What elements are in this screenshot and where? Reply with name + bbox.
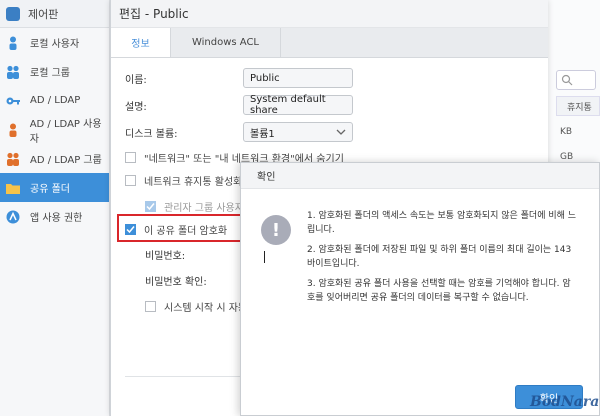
admin-only-label: 관리자 그룹 사용자 xyxy=(164,203,244,214)
dialog-message-2: 2. 암호화된 폴더에 저장된 파일 및 하위 폴더 이름의 최대 길이는 14… xyxy=(307,245,572,269)
folder-icon xyxy=(6,181,20,195)
encrypt-folder-checkbox[interactable] xyxy=(125,224,136,235)
edit-window-title: 편집 - Public xyxy=(111,0,548,28)
description-value: System default share xyxy=(250,94,326,116)
encrypt-folder-option[interactable]: 이 공유 폴더 암호화 xyxy=(125,222,227,237)
encrypt-folder-label: 이 공유 폴더 암호화 xyxy=(144,226,228,237)
user-icon xyxy=(6,36,20,50)
network-recycle-option[interactable]: 네트워크 휴지통 활성화 xyxy=(125,173,242,188)
sidebar-item-4[interactable]: AD / LDAP 그룹 xyxy=(0,144,109,173)
volume-value: 볼륨1 xyxy=(250,128,275,140)
password-confirm-label: 비밀번호 확인: xyxy=(145,277,207,288)
key-icon xyxy=(6,94,20,108)
search-icon xyxy=(561,74,573,86)
volume-label: 디스크 볼륨: xyxy=(125,128,178,140)
sidebar-item-5[interactable]: 공유 폴더 xyxy=(0,173,109,202)
volume-select[interactable]: 볼륨1 xyxy=(243,122,353,142)
sidebar-title: 제어판 xyxy=(28,7,59,21)
admin-only-option: 관리자 그룹 사용자 xyxy=(145,199,244,214)
network-recycle-label: 네트워크 휴지통 활성화 xyxy=(144,177,243,188)
checkmark-icon xyxy=(126,226,135,234)
divider xyxy=(125,376,245,377)
sidebar-item-1[interactable]: 로컬 그룹 xyxy=(0,57,109,86)
auto-mount-option[interactable]: 시스템 시작 시 자동 xyxy=(145,299,247,314)
sidebar-item-label: 로컬 그룹 xyxy=(30,68,70,79)
control-panel-icon xyxy=(6,6,20,21)
sidebar-header: 제어판 xyxy=(0,0,109,28)
network-recycle-checkbox[interactable] xyxy=(125,175,136,186)
sidebar-item-0[interactable]: 로컬 사용자 xyxy=(0,28,109,57)
exclamation-icon: ! xyxy=(261,215,291,245)
table-cell: KB xyxy=(560,127,573,137)
sidebar: 제어판 로컬 사용자로컬 그룹 AD / LDAP AD / LDAP 사용자 AD … xyxy=(0,0,110,416)
sidebar-item-6[interactable]: 앱 사용 권한 xyxy=(0,202,109,231)
sidebar-item-label: AD / LDAP 그룹 xyxy=(30,155,102,166)
admin-only-checkbox xyxy=(145,201,156,212)
chevron-down-icon xyxy=(336,129,346,135)
confirm-dialog: 확인 ! 1. 암호화된 폴더의 액세스 속도는 보통 암호화되지 않은 폴더에… xyxy=(240,162,600,416)
dialog-title: 확인 xyxy=(241,163,599,189)
user-icon xyxy=(6,123,20,137)
auto-mount-label: 시스템 시작 시 자동 xyxy=(164,303,248,314)
sidebar-item-label: 앱 사용 권한 xyxy=(30,213,83,224)
sidebar-item-label: AD / LDAP xyxy=(30,95,81,106)
sidebar-item-label: 공유 폴더 xyxy=(30,184,70,195)
name-label: 이름: xyxy=(125,74,147,86)
search-input[interactable] xyxy=(556,70,596,90)
dialog-message-1: 1. 암호화된 폴더의 액세스 속도는 보통 암호화되지 않은 폴더에 비해 느… xyxy=(307,211,577,235)
app-permission-icon xyxy=(6,210,20,224)
description-label: 설명: xyxy=(125,101,147,113)
group-icon xyxy=(6,65,20,79)
edit-tabs: 정보 Windows ACL xyxy=(111,28,548,58)
hide-in-network-checkbox[interactable] xyxy=(125,152,136,163)
name-field[interactable]: Public xyxy=(243,68,353,88)
description-field[interactable]: System default share xyxy=(243,94,353,116)
sidebar-item-2[interactable]: AD / LDAP xyxy=(0,86,109,115)
sidebar-item-label: 로컬 사용자 xyxy=(30,39,80,50)
text-cursor xyxy=(264,251,265,263)
password-label: 비밀번호: xyxy=(145,251,186,262)
dialog-message-3: 3. 암호화된 공유 폴더 사용을 선택할 때는 암호를 기억해야 합니다. 암… xyxy=(307,279,571,303)
auto-mount-checkbox[interactable] xyxy=(145,301,156,312)
name-value: Public xyxy=(250,72,280,84)
recycle-column-header[interactable]: 휴지통 xyxy=(556,96,600,116)
table-cell: GB xyxy=(560,152,574,162)
tab-windows-acl[interactable]: Windows ACL xyxy=(171,28,281,57)
group-icon xyxy=(6,152,20,166)
watermark: BodNara xyxy=(530,394,600,410)
sidebar-item-label: AD / LDAP 사용자 xyxy=(29,118,102,145)
checkmark-icon xyxy=(146,203,155,211)
tab-info[interactable]: 정보 xyxy=(111,28,171,57)
sidebar-item-3[interactable]: AD / LDAP 사용자 xyxy=(0,115,109,145)
